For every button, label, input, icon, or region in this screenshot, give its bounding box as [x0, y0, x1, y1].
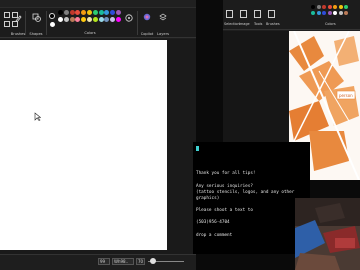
- color-swatch[interactable]: [98, 10, 104, 15]
- shapes-label: Shapes: [29, 32, 43, 36]
- color-swatch[interactable]: [104, 17, 110, 22]
- layers-group[interactable]: Layers: [156, 10, 170, 36]
- brushes-group[interactable]: Brushes: [10, 10, 26, 36]
- stream-chat-overlay: Thank you for all tips! Any serious inqu…: [193, 142, 310, 254]
- color-swatch[interactable]: [87, 17, 92, 22]
- chat-indicator-icon: [196, 146, 199, 151]
- chat-line: graphics): [196, 196, 220, 201]
- color-swatch[interactable]: [69, 10, 75, 15]
- webcam-feed: [295, 198, 360, 270]
- zoom-box[interactable]: 99: [98, 258, 110, 265]
- color-swatch[interactable]: [63, 10, 69, 15]
- selection-icon[interactable]: [226, 10, 233, 18]
- layers-label: Layers: [157, 32, 169, 36]
- mouse-cursor-icon: [34, 112, 41, 121]
- color-swatch[interactable]: [98, 17, 104, 22]
- color-swatch[interactable]: [333, 11, 337, 15]
- selection-label: Selection: [224, 22, 240, 26]
- title-bar: [0, 0, 196, 8]
- color-swatch[interactable]: [316, 5, 321, 9]
- color-swatch[interactable]: [344, 11, 348, 15]
- brushes-label: Brushes: [10, 32, 26, 36]
- chat-line: drop a comment: [196, 233, 233, 238]
- brush-icon[interactable]: [15, 14, 22, 22]
- webcam-image: [295, 198, 360, 270]
- color-swatch[interactable]: [338, 11, 343, 15]
- color-swatch[interactable]: [63, 17, 69, 22]
- color-swatch[interactable]: [311, 11, 315, 15]
- color-swatch[interactable]: [58, 10, 63, 15]
- color-swatch[interactable]: [110, 17, 116, 22]
- ribbon-toolbar-secondary: Selection Image Tools Brushes Colors: [223, 0, 360, 30]
- color-swatch[interactable]: [322, 5, 326, 9]
- chat-line: Thank you for all tips!: [196, 171, 256, 176]
- drawing-canvas[interactable]: [0, 40, 167, 250]
- color-swatch[interactable]: [311, 5, 315, 9]
- color-swatch[interactable]: [92, 17, 98, 22]
- color-swatch[interactable]: [344, 5, 348, 9]
- tools-icon[interactable]: [254, 10, 261, 18]
- color-swatch[interactable]: [87, 10, 92, 15]
- primary-color-swatch[interactable]: [49, 13, 55, 19]
- color-swatch[interactable]: [116, 17, 121, 22]
- color-swatch[interactable]: [116, 10, 121, 15]
- color-swatch[interactable]: [322, 11, 326, 15]
- ribbon-toolbar: Brushes Shapes Colors Copilot Layers: [0, 8, 196, 38]
- color-swatch[interactable]: [75, 10, 81, 15]
- color-palette: [58, 10, 122, 30]
- chat-line: Any serious inquiries?: [196, 184, 253, 189]
- color-swatch[interactable]: [58, 17, 63, 22]
- image-label: Image: [239, 22, 250, 26]
- secondary-color-swatch[interactable]: [50, 22, 55, 27]
- tools-label: Tools: [254, 22, 263, 26]
- color-swatch[interactable]: [333, 5, 337, 9]
- color-swatch[interactable]: [81, 17, 87, 22]
- edit-colors-icon[interactable]: [125, 14, 133, 22]
- paint-window: Brushes Shapes Colors Copilot Layers 99 …: [0, 0, 196, 270]
- artwork-text: person: [339, 93, 353, 98]
- brush-icon[interactable]: [268, 10, 275, 18]
- copilot-icon[interactable]: [143, 13, 151, 21]
- zoom-small[interactable]: 70: [136, 258, 145, 265]
- color-swatch[interactable]: [338, 5, 343, 9]
- color-palette-secondary: [311, 5, 351, 19]
- shapes-icon[interactable]: [32, 13, 41, 22]
- chat-line: Please shoot a text to: [196, 208, 253, 213]
- colors-label-secondary: Colors: [325, 22, 336, 26]
- copilot-group[interactable]: Copilot: [140, 10, 154, 36]
- layers-icon[interactable]: [159, 13, 167, 21]
- colors-label: Colors: [84, 31, 96, 35]
- color-swatch[interactable]: [327, 11, 332, 15]
- color-swatch[interactable]: [92, 10, 98, 15]
- status-bar: 99 Wh98.. 70: [0, 254, 196, 270]
- image-icon[interactable]: [240, 10, 247, 18]
- desktop: Brushes Shapes Colors Copilot Layers 99 …: [0, 0, 360, 270]
- chat-line: (503)956-4704: [196, 220, 230, 225]
- divider: [46, 11, 47, 35]
- color-swatch[interactable]: [81, 10, 87, 15]
- copilot-label: Copilot: [140, 32, 154, 36]
- brushes-label-secondary: Brushes: [266, 22, 280, 26]
- color-swatch[interactable]: [327, 5, 332, 9]
- color-swatch[interactable]: [69, 17, 75, 22]
- color-swatch[interactable]: [316, 11, 321, 15]
- color-swatch[interactable]: [110, 10, 116, 15]
- color-swatch[interactable]: [75, 17, 81, 22]
- shapes-group[interactable]: Shapes: [28, 10, 44, 36]
- chat-line: (tattoo stencils, logos, and any other: [196, 190, 295, 195]
- divider: [137, 11, 138, 35]
- color-swatch[interactable]: [104, 10, 110, 15]
- view-select[interactable]: Wh98..: [112, 258, 134, 265]
- zoom-slider-knob[interactable]: [150, 258, 156, 264]
